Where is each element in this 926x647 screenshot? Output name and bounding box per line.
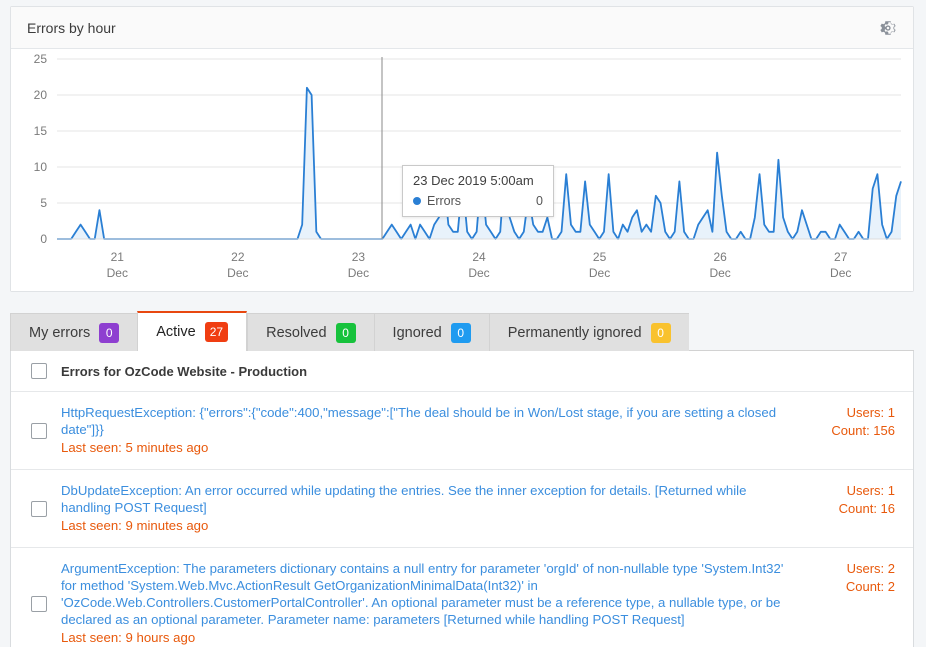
- error-message-link[interactable]: ArgumentException: The parameters dictio…: [61, 560, 789, 628]
- svg-text:Dec: Dec: [709, 266, 730, 280]
- table-row[interactable]: DbUpdateException: An error occurred whi…: [11, 470, 913, 548]
- row-checkbox-cell: [31, 500, 61, 517]
- tab-ignored[interactable]: Ignored 0: [373, 313, 489, 351]
- svg-text:10: 10: [34, 160, 48, 174]
- event-count: Count: 2: [845, 579, 895, 594]
- row-content: HttpRequestException: {"errors":{"code":…: [61, 404, 799, 457]
- errors-dashboard-page: Errors by hour 0 5 10 15 20 25 21 Dec 22 Dec 23 Dec…: [0, 0, 926, 647]
- svg-text:15: 15: [34, 124, 48, 138]
- tab-my-errors[interactable]: My errors 0: [10, 313, 138, 351]
- tooltip-title: 23 Dec 2019 5:00am: [413, 173, 534, 188]
- event-count: Count: 156: [831, 423, 895, 438]
- page-title: Errors by hour: [27, 19, 116, 36]
- errors-list-rows: HttpRequestException: {"errors":{"code":…: [11, 392, 913, 647]
- errors-list: Errors for OzCode Website - Production H…: [10, 351, 914, 647]
- row-stats: Users: 1 Count: 16: [799, 482, 913, 518]
- event-count: Count: 16: [838, 501, 895, 516]
- errors-list-header-label: Errors for OzCode Website - Production: [61, 363, 308, 379]
- row-checkbox-cell: [31, 595, 61, 612]
- svg-text:23: 23: [352, 250, 366, 264]
- tab-count-badge: 27: [204, 322, 229, 342]
- tab-active[interactable]: Active 27: [137, 311, 248, 351]
- row-content: DbUpdateException: An error occurred whi…: [61, 482, 799, 535]
- tab-permanently-ignored[interactable]: Permanently ignored 0: [488, 313, 689, 351]
- error-status-tabs[interactable]: My errors 0 Active 27 Resolved 0 Ignored 0 Perma…: [10, 311, 914, 351]
- chart-panel-header: Errors by hour: [11, 7, 913, 49]
- table-row[interactable]: HttpRequestException: {"errors":{"code":…: [11, 392, 913, 470]
- row-content: ArgumentException: The parameters dictio…: [61, 560, 799, 647]
- tabs-filler: [688, 312, 914, 351]
- gear-icon[interactable]: [877, 17, 899, 39]
- row-checkbox[interactable]: [31, 422, 47, 439]
- errors-list-header: Errors for OzCode Website - Production: [11, 351, 913, 392]
- tab-label: My errors: [29, 324, 91, 341]
- svg-text:21: 21: [111, 250, 125, 264]
- tab-resolved[interactable]: Resolved 0: [247, 313, 374, 351]
- users-count: Users: 1: [846, 483, 895, 498]
- users-count: Users: 2: [846, 561, 895, 576]
- svg-text:Dec: Dec: [107, 266, 128, 280]
- svg-text:Dec: Dec: [589, 266, 610, 280]
- tooltip-series-value: 0: [536, 194, 543, 208]
- tab-count-badge: 0: [99, 322, 120, 343]
- row-checkbox[interactable]: [31, 500, 47, 517]
- row-stats: Users: 1 Count: 156: [799, 404, 913, 440]
- users-count: Users: 1: [846, 405, 895, 420]
- select-all-checkbox[interactable]: [31, 363, 47, 379]
- table-row[interactable]: ArgumentException: The parameters dictio…: [11, 548, 913, 647]
- svg-text:0: 0: [40, 232, 47, 246]
- svg-text:Dec: Dec: [468, 266, 489, 280]
- svg-text:22: 22: [231, 250, 245, 264]
- error-message-link[interactable]: HttpRequestException: {"errors":{"code":…: [61, 404, 789, 438]
- series-dot-icon: [413, 197, 421, 205]
- svg-text:26: 26: [713, 250, 727, 264]
- tooltip-series-name: Errors: [427, 194, 462, 208]
- last-seen-text: Last seen: 9 minutes ago: [61, 518, 209, 533]
- row-checkbox-cell: [31, 422, 61, 439]
- svg-text:5: 5: [40, 196, 47, 210]
- errors-chart-panel: Errors by hour 0 5 10 15 20 25 21 Dec 22 Dec 23 Dec…: [10, 6, 914, 292]
- last-seen-text: Last seen: 9 hours ago: [61, 630, 196, 645]
- svg-text:Dec: Dec: [348, 266, 369, 280]
- tab-count-badge: 0: [450, 322, 471, 343]
- tab-label: Permanently ignored: [507, 324, 642, 341]
- tab-label: Resolved: [266, 324, 327, 341]
- chart-tooltip: 23 Dec 2019 5:00am Errors 0: [402, 165, 554, 217]
- chart-panel-body: 0 5 10 15 20 25 21 Dec 22 Dec 23 Dec 24 Dec 25 Dec 26 Dec…: [11, 49, 913, 291]
- error-message-link[interactable]: DbUpdateException: An error occurred whi…: [61, 482, 789, 516]
- tab-label: Active: [156, 324, 196, 340]
- svg-text:Dec: Dec: [830, 266, 851, 280]
- svg-text:24: 24: [472, 250, 486, 264]
- row-stats: Users: 2 Count: 2: [799, 560, 913, 596]
- tab-count-badge: 0: [650, 322, 671, 343]
- svg-text:Dec: Dec: [227, 266, 248, 280]
- svg-text:27: 27: [834, 250, 848, 264]
- svg-text:25: 25: [593, 250, 607, 264]
- svg-text:25: 25: [34, 52, 48, 66]
- row-checkbox[interactable]: [31, 595, 47, 612]
- last-seen-text: Last seen: 5 minutes ago: [61, 440, 209, 455]
- tab-label: Ignored: [392, 324, 442, 341]
- tooltip-series-row: Errors 0: [413, 194, 543, 208]
- tab-count-badge: 0: [335, 322, 356, 343]
- svg-text:20: 20: [34, 88, 48, 102]
